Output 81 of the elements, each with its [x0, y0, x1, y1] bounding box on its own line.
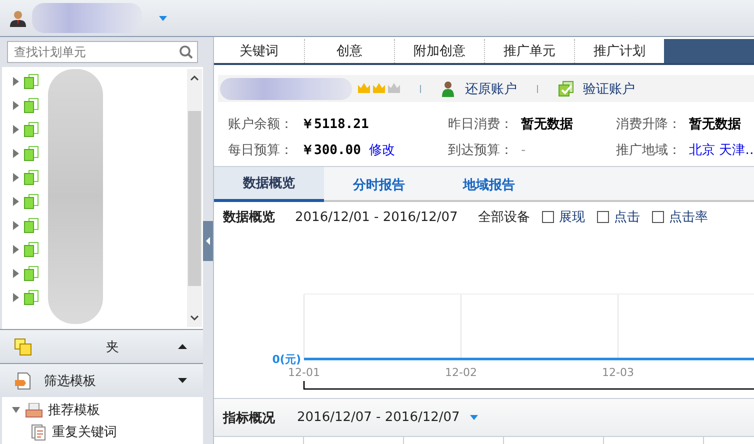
date-range: 2016/12/01 - 2016/12/07 [295, 210, 458, 224]
document-stack-icon [24, 170, 39, 184]
field-value: 暂无数据 [521, 116, 573, 133]
caret-icon [470, 415, 478, 420]
collapsed-icon[interactable] [12, 172, 20, 182]
x-tick-label: 12-03 [602, 366, 634, 379]
crown-icon [388, 82, 400, 94]
template-item[interactable]: 重复关键词 [12, 423, 203, 441]
report-tab[interactable]: 数据概览 [214, 167, 324, 202]
template-group[interactable]: 推荐模板 [12, 401, 203, 419]
device-filter: 全部设备 [478, 209, 530, 226]
x-tick-label: 12-01 [288, 366, 320, 379]
collapse-icon [206, 236, 210, 244]
scroll-up-icon [190, 75, 199, 81]
collapsed-icon[interactable] [12, 100, 20, 110]
search-field[interactable]: 查找计划单元 [12, 44, 179, 60]
document-stack-icon [24, 122, 39, 136]
tab[interactable]: 推广单元 [484, 39, 574, 63]
user-avatar-icon [10, 10, 26, 26]
document-stack-icon [24, 218, 39, 232]
document-stack-icon [24, 98, 39, 112]
collapsed-icon[interactable] [12, 76, 20, 86]
section-title: 指标概况 [223, 410, 275, 426]
field-value: ￥5118.21 [301, 116, 369, 133]
checked-documents-icon [558, 80, 575, 96]
document-stack-icon [24, 194, 39, 208]
scrollbar[interactable] [187, 69, 202, 327]
document-tag-icon [14, 372, 32, 390]
tab[interactable]: 附加创意 [394, 39, 484, 63]
field-label: 账户余额： [228, 116, 293, 133]
collapse-icon [178, 344, 187, 349]
search-box[interactable]: 查找计划单元 [7, 41, 198, 63]
document-stack-icon [24, 290, 39, 304]
account-action-link[interactable]: 验证账户 [558, 80, 635, 98]
edit-link[interactable]: 修改 [368, 141, 395, 159]
metric-checkbox[interactable]: 展现 [542, 208, 585, 226]
crown-icon [358, 82, 370, 94]
y-axis-label: 0(元) [272, 353, 301, 366]
field-value: ￥300.00 [301, 142, 361, 159]
document-stack-icon [24, 74, 39, 88]
field-value[interactable]: 北京 天津… [689, 141, 754, 159]
document-stack-icon [24, 242, 39, 256]
field-value: - [521, 142, 526, 158]
expanded-icon[interactable] [12, 406, 20, 414]
inbox-tray-icon [25, 402, 43, 418]
search-icon [179, 45, 193, 59]
user-refresh-icon [441, 80, 457, 96]
scroll-down-icon [190, 315, 199, 321]
dropdown-caret-icon [159, 16, 167, 20]
section-title: 夹 [105, 338, 120, 356]
date-range-dropdown[interactable]: 2016/12/07 - 2016/12/07 [297, 410, 478, 425]
folder-stack-icon [14, 338, 32, 356]
collapse-panel-button[interactable] [203, 220, 213, 260]
section-title: 数据概览 [223, 209, 275, 226]
report-tab[interactable]: 地域报告 [434, 167, 544, 202]
section-title: 筛选模板 [44, 372, 97, 390]
field-label: 消费升降： [616, 116, 681, 133]
document-icon [31, 424, 47, 440]
metric-checkbox[interactable]: 点击 [596, 208, 640, 226]
collapsed-icon[interactable] [12, 220, 20, 230]
collapsed-icon[interactable] [12, 196, 20, 206]
report-tab[interactable]: 分时报告 [324, 167, 434, 202]
tab[interactable]: 关键词 [214, 39, 304, 63]
field-label: 推广地域： [616, 142, 681, 159]
document-stack-icon [24, 266, 39, 280]
collapsed-icon[interactable] [12, 292, 20, 302]
tab[interactable]: 创意 [304, 39, 394, 63]
collapsed-icon[interactable] [12, 148, 20, 158]
field-label: 到达预算： [448, 142, 513, 159]
document-stack-icon [24, 146, 39, 160]
account-action-link[interactable]: 还原账户 [441, 80, 517, 98]
field-label: 每日预算： [228, 142, 293, 159]
field-label: 昨日消费： [448, 116, 513, 133]
field-value: 暂无数据 [689, 116, 741, 133]
collapsed-icon[interactable] [12, 268, 20, 278]
collapsed-icon[interactable] [12, 244, 20, 254]
x-tick-label: 12-02 [445, 366, 477, 379]
collapsed-icon[interactable] [12, 124, 20, 134]
crown-icon [373, 82, 385, 94]
expand-icon [178, 378, 187, 383]
metric-checkbox[interactable]: 点击率 [652, 208, 708, 226]
